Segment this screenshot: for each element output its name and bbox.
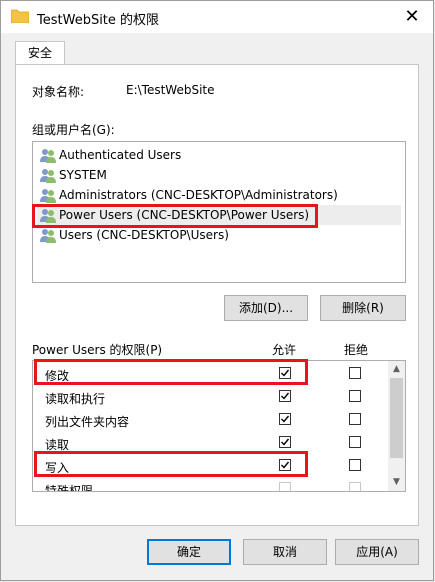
apply-button[interactable]: 应用(A) bbox=[335, 539, 419, 565]
deny-checkbox[interactable] bbox=[349, 436, 361, 448]
permission-row: 读取 bbox=[33, 432, 389, 455]
list-item[interactable]: Users (CNC-DESKTOP\Users) bbox=[37, 225, 401, 245]
users-icon bbox=[40, 149, 56, 163]
security-panel: 对象名称: E:\TestWebSite 组或用户名(G): Authentic… bbox=[15, 64, 419, 526]
group-list-label: 组或用户名(G): bbox=[32, 123, 115, 137]
list-item-label: SYSTEM bbox=[59, 168, 107, 182]
list-item-label: Administrators (CNC-DESKTOP\Administrato… bbox=[59, 188, 338, 202]
permission-name: 写入 bbox=[45, 461, 70, 475]
permissions-dialog: TestWebSite 的权限 ✕ 安全 对象名称: E:\TestWebSit… bbox=[0, 0, 434, 581]
cancel-button[interactable]: 取消 bbox=[243, 539, 327, 565]
users-icon bbox=[40, 209, 56, 223]
folder-icon bbox=[11, 9, 29, 23]
ok-button[interactable]: 确定 bbox=[147, 539, 231, 565]
list-item-label: Users (CNC-DESKTOP\Users) bbox=[59, 228, 229, 242]
scroll-up-icon[interactable]: ▲ bbox=[388, 361, 405, 378]
permissions-list[interactable]: 修改 读取和执行 列出文件夹内容 读取 写入 特殊权限 ▲ ▼ bbox=[32, 360, 406, 492]
allow-checkbox[interactable] bbox=[279, 413, 291, 425]
list-item[interactable]: Administrators (CNC-DESKTOP\Administrato… bbox=[37, 185, 401, 205]
group-user-list[interactable]: Authenticated Users SYSTEM Administrator… bbox=[32, 141, 406, 283]
list-item-label: Power Users (CNC-DESKTOP\Power Users) bbox=[59, 208, 310, 222]
users-icon bbox=[40, 169, 56, 183]
allow-checkbox[interactable] bbox=[279, 459, 291, 471]
list-item-selected[interactable]: Power Users (CNC-DESKTOP\Power Users) bbox=[37, 205, 401, 225]
allow-checkbox bbox=[279, 482, 291, 491]
tab-security[interactable]: 安全 bbox=[15, 41, 65, 65]
permission-name: 读取 bbox=[45, 438, 70, 452]
deny-checkbox[interactable] bbox=[349, 459, 361, 471]
deny-column-header: 拒绝 bbox=[344, 343, 369, 357]
permission-name: 修改 bbox=[45, 369, 70, 383]
permission-row: 写入 bbox=[33, 455, 389, 478]
allow-column-header: 允许 bbox=[272, 343, 297, 357]
scroll-down-icon[interactable]: ▼ bbox=[388, 474, 405, 491]
permission-name: 特殊权限 bbox=[45, 484, 94, 492]
permission-row: 列出文件夹内容 bbox=[33, 409, 389, 432]
list-item[interactable]: SYSTEM bbox=[37, 165, 401, 185]
users-icon bbox=[40, 229, 56, 243]
title-bar: TestWebSite 的权限 ✕ bbox=[1, 1, 433, 33]
permission-row: 修改 bbox=[33, 363, 389, 386]
add-button[interactable]: 添加(D)... bbox=[224, 295, 308, 321]
deny-checkbox[interactable] bbox=[349, 390, 361, 402]
scroll-thumb[interactable] bbox=[390, 378, 403, 458]
window-title: TestWebSite 的权限 bbox=[37, 13, 160, 28]
allow-checkbox[interactable] bbox=[279, 436, 291, 448]
permissions-title: Power Users 的权限(P) bbox=[32, 343, 163, 357]
deny-checkbox[interactable] bbox=[349, 413, 361, 425]
deny-checkbox bbox=[349, 482, 361, 491]
permission-name: 读取和执行 bbox=[45, 392, 106, 406]
allow-checkbox[interactable] bbox=[279, 367, 291, 379]
permission-name: 列出文件夹内容 bbox=[45, 415, 130, 429]
vertical-scrollbar[interactable]: ▲ ▼ bbox=[388, 361, 405, 491]
list-item[interactable]: Authenticated Users bbox=[37, 145, 401, 165]
object-name-value: E:\TestWebSite bbox=[126, 83, 215, 97]
allow-checkbox[interactable] bbox=[279, 390, 291, 402]
object-name-label: 对象名称: bbox=[32, 85, 85, 99]
users-icon bbox=[40, 189, 56, 203]
deny-checkbox[interactable] bbox=[349, 367, 361, 379]
remove-button[interactable]: 删除(R) bbox=[320, 295, 406, 321]
close-icon[interactable]: ✕ bbox=[401, 6, 423, 28]
permission-row: 读取和执行 bbox=[33, 386, 389, 409]
list-item-label: Authenticated Users bbox=[59, 148, 182, 162]
permission-row: 特殊权限 bbox=[33, 478, 389, 492]
